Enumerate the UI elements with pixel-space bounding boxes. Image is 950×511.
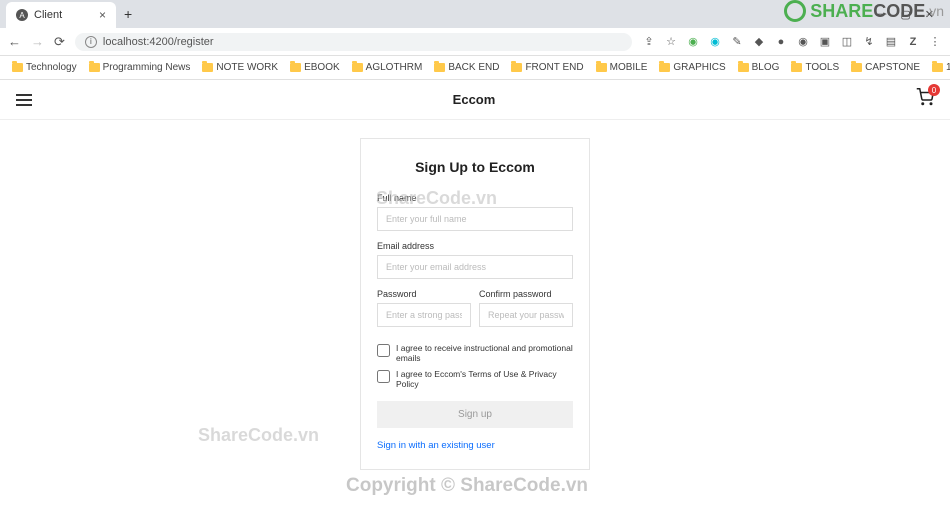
folder-icon [738,63,749,72]
toolbar-icons: ⇪ ☆ ◉ ◉ ✎ ◆ ● ◉ ▣ ◫ ↯ ▤ Z ⋮ [642,35,942,49]
star-icon[interactable]: ☆ [664,35,678,49]
bookmark-item[interactable]: FRONT END [507,60,587,75]
folder-icon [12,63,23,72]
back-icon[interactable]: ← [8,34,21,49]
tab-title: Client [34,9,62,21]
folder-icon [352,63,363,72]
password-input[interactable] [377,303,471,327]
bookmark-item[interactable]: MOBILE [592,60,652,75]
ext-icon[interactable]: ◆ [752,35,766,49]
signup-card: Sign Up to Eccom Full name Email address… [360,138,590,470]
app-header: Eccom 0 [0,80,950,120]
folder-icon [202,63,213,72]
ext-icon[interactable]: ◉ [686,35,700,49]
form-title: Sign Up to Eccom [377,159,573,175]
ext-icon[interactable]: ✎ [730,35,744,49]
signin-link[interactable]: Sign in with an existing user [377,440,495,451]
bookmarks-bar: Technology Programming News NOTE WORK EB… [0,56,950,80]
bookmark-item[interactable]: EBOOK [286,60,344,75]
promo-label: I agree to receive instructional and pro… [396,343,573,363]
new-tab-button[interactable]: + [116,6,140,22]
browser-tab[interactable]: A Client × [6,2,116,28]
bookmark-item[interactable]: TOOLS [787,60,843,75]
bookmark-item[interactable]: CAPSTONE [847,60,924,75]
ext-icon[interactable]: ◫ [840,35,854,49]
bookmark-item[interactable]: BLOG [734,60,784,75]
terms-checkbox-row[interactable]: I agree to Eccom's Terms of Use & Privac… [377,369,573,389]
sharecode-logo: SHARECODE.vn [784,0,944,22]
fullname-label: Full name [377,193,573,203]
watermark: ShareCode.vn [198,425,319,446]
bookmark-item[interactable]: AGLOTHRM [348,60,427,75]
terms-checkbox[interactable] [377,370,390,383]
reload-icon[interactable]: ⟳ [54,34,65,50]
terms-label: I agree to Eccom's Terms of Use & Privac… [396,369,573,389]
url-input[interactable]: i localhost:4200/register [75,33,632,51]
folder-icon [932,63,943,72]
cart-badge: 0 [928,84,940,96]
share-icon[interactable]: ⇪ [642,35,656,49]
folder-icon [511,63,522,72]
ext-icon[interactable]: ◉ [796,35,810,49]
folder-icon [659,63,670,72]
confirm-label: Confirm password [479,289,573,299]
bookmark-item[interactable]: Technology [8,60,81,75]
email-label: Email address [377,241,573,251]
ext-icon[interactable]: ↯ [862,35,876,49]
signup-button[interactable]: Sign up [377,401,573,428]
fullname-input[interactable] [377,207,573,231]
bookmark-item[interactable]: Programming News [85,60,195,75]
url-text: localhost:4200/register [103,36,214,48]
email-input[interactable] [377,255,573,279]
ext-icon[interactable]: ◉ [708,35,722,49]
bookmark-item[interactable]: NOTE WORK [198,60,282,75]
address-bar: ← → ⟳ i localhost:4200/register ⇪ ☆ ◉ ◉ … [0,28,950,56]
ext-z[interactable]: Z [906,35,920,49]
password-label: Password [377,289,471,299]
cart-icon[interactable]: 0 [916,88,934,111]
forward-icon: → [31,34,44,49]
promo-checkbox-row[interactable]: I agree to receive instructional and pro… [377,343,573,363]
menu-icon[interactable] [16,94,32,106]
confirm-input[interactable] [479,303,573,327]
folder-icon [596,63,607,72]
watermark-copyright: Copyright © ShareCode.vn [346,475,588,497]
logo-icon [784,0,806,22]
bookmark-item[interactable]: 14-07-2021 [928,60,950,75]
brand-title: Eccom [453,92,496,107]
folder-icon [791,63,802,72]
tab-favicon: A [16,9,28,21]
ext-icon[interactable]: ▣ [818,35,832,49]
folder-icon [89,63,100,72]
tab-close-icon[interactable]: × [99,8,106,22]
folder-icon [434,63,445,72]
menu-icon[interactable]: ⋮ [928,35,942,49]
folder-icon [290,63,301,72]
ext-icon[interactable]: ▤ [884,35,898,49]
bookmark-item[interactable]: BACK END [430,60,503,75]
bookmark-item[interactable]: GRAPHICS [655,60,729,75]
folder-icon [851,63,862,72]
site-info-icon[interactable]: i [85,36,97,48]
promo-checkbox[interactable] [377,344,390,357]
ext-icon[interactable]: ● [774,35,788,49]
